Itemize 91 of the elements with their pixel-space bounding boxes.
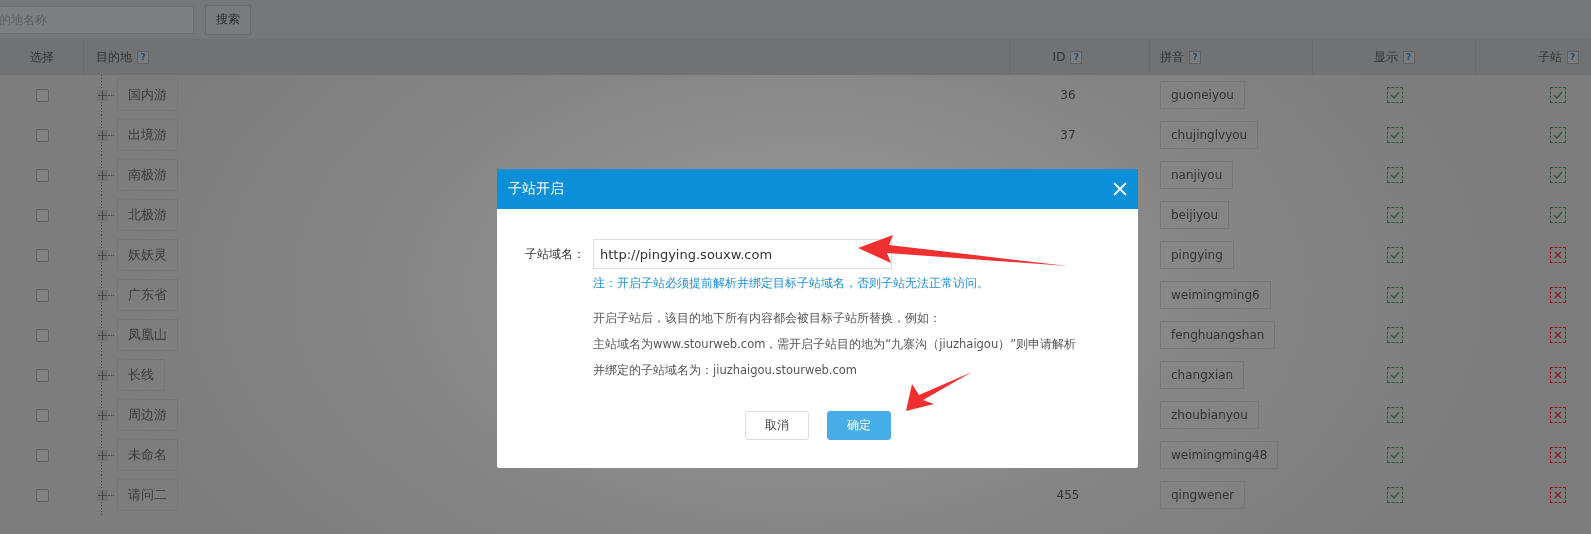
checkbox[interactable]	[35, 288, 49, 302]
column-header: 拼音	[1160, 48, 1184, 66]
cross-icon[interactable]	[1550, 287, 1566, 303]
check-icon[interactable]	[1550, 207, 1566, 223]
checkbox[interactable]	[35, 128, 49, 142]
name-field[interactable]: 长线	[117, 359, 165, 391]
pinyin-field[interactable]: chujinglvyou	[1160, 121, 1259, 149]
checkbox[interactable]	[35, 208, 49, 222]
description-text: 开启子站后，该目的地下所有内容都会被目标子站所替换，例如：	[593, 310, 942, 327]
pinyin-field[interactable]: fenghuangshan	[1160, 321, 1276, 349]
check-icon[interactable]	[1386, 127, 1403, 143]
expand-icon[interactable]	[97, 449, 108, 461]
column-header: ID	[1052, 50, 1066, 64]
name-field[interactable]: 国内游	[117, 79, 178, 111]
check-icon[interactable]	[1386, 207, 1403, 223]
check-icon[interactable]	[1386, 447, 1403, 463]
checkbox[interactable]	[35, 408, 49, 422]
expand-icon[interactable]	[97, 489, 108, 501]
id-text: 36	[1060, 88, 1076, 102]
expand-icon[interactable]	[97, 209, 108, 221]
domain-input-field[interactable]: http://pingying.souxw.com	[593, 239, 892, 269]
checkbox[interactable]	[35, 328, 49, 342]
cross-icon[interactable]	[1550, 447, 1566, 463]
cancel-button[interactable]: 取消	[744, 411, 809, 440]
check-icon[interactable]	[1386, 167, 1403, 183]
check-icon[interactable]	[1386, 247, 1403, 263]
expand-icon[interactable]	[97, 289, 108, 301]
name-field[interactable]: 周边游	[117, 399, 178, 431]
name-field[interactable]: 北极游	[117, 199, 178, 231]
checkbox[interactable]	[35, 168, 49, 182]
description-text: 主站域名为www.stourweb.com，需开启子站目的地为“九寨沟（jiuzhaigou）”则申请解析	[593, 336, 1078, 353]
check-icon[interactable]	[1386, 367, 1403, 383]
column-header: 子站	[1537, 48, 1562, 66]
confirm-button[interactable]: 确定	[826, 411, 891, 440]
name-field[interactable]: 请问二	[117, 479, 178, 511]
check-icon[interactable]	[1550, 127, 1566, 143]
expand-icon[interactable]	[97, 369, 108, 381]
check-icon[interactable]	[1386, 487, 1403, 503]
id-text: 37	[1060, 128, 1076, 142]
pinyin-field[interactable]: beijiyou	[1160, 201, 1230, 229]
pinyin-field[interactable]: pingying	[1160, 241, 1234, 269]
cross-icon[interactable]	[1550, 407, 1566, 423]
search-button[interactable]: 搜索	[205, 4, 251, 35]
pinyin-field[interactable]: changxian	[1160, 361, 1245, 389]
column-header: 目的地	[96, 48, 132, 66]
check-icon[interactable]	[1550, 167, 1566, 183]
checkbox[interactable]	[35, 448, 49, 462]
help-icon[interactable]: ?	[137, 50, 149, 64]
checkbox[interactable]	[35, 488, 49, 502]
name-field[interactable]: 妖妖灵	[117, 239, 178, 271]
cross-icon[interactable]	[1550, 247, 1566, 263]
expand-icon[interactable]	[97, 329, 108, 341]
expand-icon[interactable]	[97, 89, 108, 101]
cross-icon[interactable]	[1550, 367, 1566, 383]
pinyin-field[interactable]: nanjiyou	[1160, 161, 1234, 189]
checkbox[interactable]	[35, 368, 49, 382]
checkbox[interactable]	[35, 248, 49, 262]
cross-icon[interactable]	[1550, 327, 1566, 343]
name-field[interactable]: 出境游	[117, 119, 178, 151]
dialog-title: 子站开启	[508, 180, 564, 198]
pinyin-field[interactable]: weimingming48	[1160, 441, 1279, 469]
check-icon[interactable]	[1386, 407, 1403, 423]
note-text: 注：开启子站必须提前解析并绑定目标子站域名，否则子站无法正常访问。	[593, 276, 990, 291]
expand-icon[interactable]	[97, 249, 108, 261]
pinyin-field[interactable]: guoneiyou	[1160, 81, 1245, 109]
help-icon[interactable]: ?	[1070, 50, 1083, 64]
column-header: 显示	[1373, 48, 1398, 66]
help-icon[interactable]: ?	[1189, 50, 1201, 64]
description-text: 并绑定的子站域名为：jiuzhaigou.stourweb.com	[593, 362, 859, 379]
check-icon[interactable]	[1386, 287, 1403, 303]
expand-icon[interactable]	[97, 129, 108, 141]
pinyin-field[interactable]: weimingming6	[1160, 281, 1271, 309]
name-field[interactable]: 广东省	[117, 279, 178, 311]
check-icon[interactable]	[1550, 87, 1566, 103]
name-field[interactable]: 未命名	[117, 439, 178, 471]
help-icon[interactable]: ?	[1566, 50, 1579, 64]
pinyin-field[interactable]: zhoubianyou	[1160, 401, 1259, 429]
expand-icon[interactable]	[97, 169, 108, 181]
column-header: 选择	[29, 48, 54, 66]
close-icon[interactable]	[1113, 182, 1127, 196]
expand-icon[interactable]	[97, 409, 108, 421]
field-label: 子站域名：	[524, 245, 585, 263]
pinyin-field[interactable]: qingwener	[1160, 481, 1246, 509]
id-text: 455	[1056, 488, 1080, 502]
cross-icon[interactable]	[1550, 487, 1566, 503]
check-icon[interactable]	[1386, 327, 1403, 343]
name-field[interactable]: 南极游	[117, 159, 178, 191]
help-icon[interactable]: ?	[1402, 50, 1415, 64]
checkbox[interactable]	[35, 88, 49, 102]
check-icon[interactable]	[1386, 87, 1403, 103]
name-field[interactable]: 凤凰山	[117, 319, 178, 351]
